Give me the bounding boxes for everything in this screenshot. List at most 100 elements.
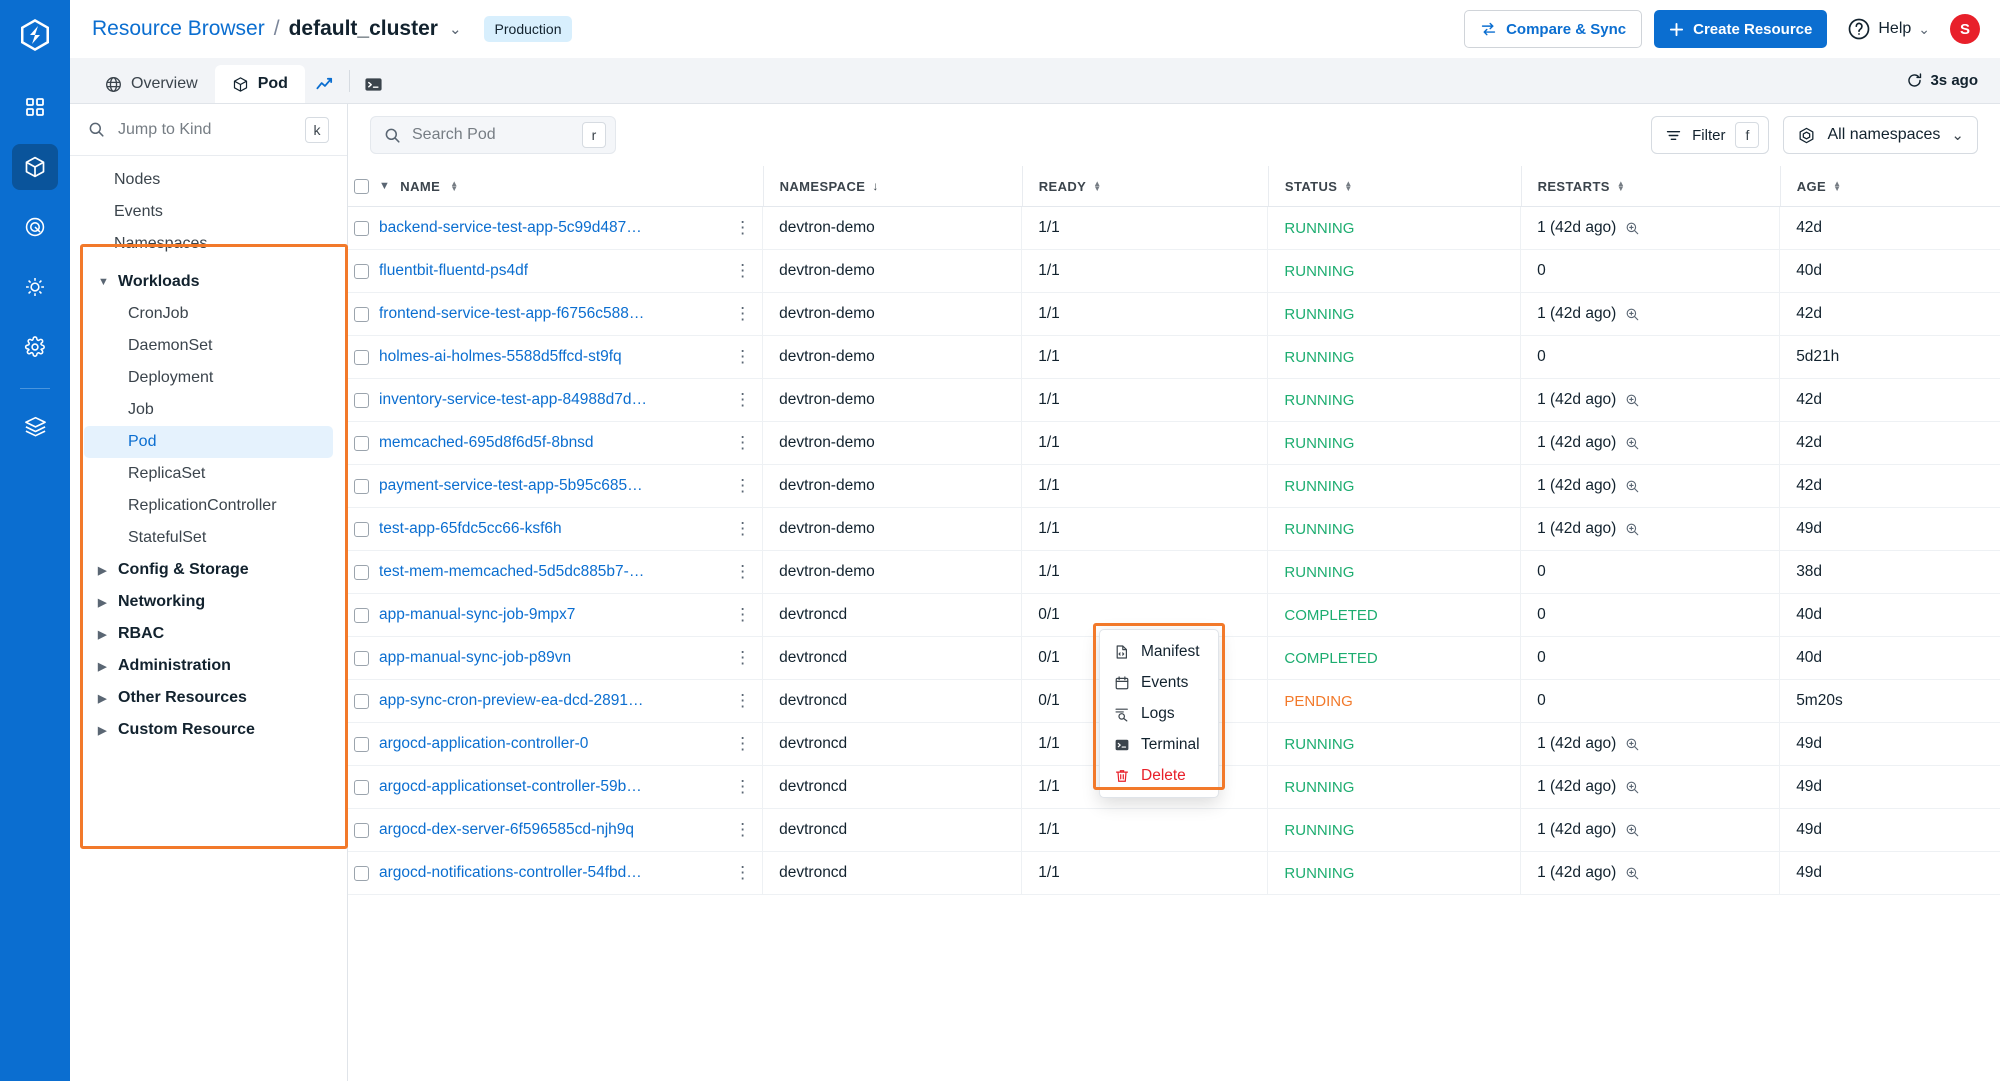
pod-name-link[interactable]: app-sync-cron-preview-ea-dcd-28917180-c.… — [379, 692, 647, 710]
pod-name-link[interactable]: payment-service-test-app-5b95c6859b-4wx.… — [379, 477, 647, 495]
row-kebab-menu-icon[interactable]: ⋮ — [734, 692, 751, 709]
row-kebab-menu-icon[interactable]: ⋮ — [734, 348, 751, 365]
table-row[interactable]: memcached-695d8f6d5f-8bnsd ⋮ devtron-demo 1… — [348, 421, 2000, 465]
column-header-age[interactable]: AGE ▲ ▼ — [1779, 166, 2000, 207]
pod-name-link[interactable]: argocd-dex-server-6f596585cd-njh9q — [379, 821, 634, 839]
table-row[interactable]: backend-service-test-app-5c99d4874-wmm..… — [348, 206, 2000, 250]
pod-name-link[interactable]: inventory-service-test-app-84988d7d7d-hh… — [379, 391, 647, 409]
pod-name-link[interactable]: test-app-65fdc5cc66-ksf6h — [379, 520, 562, 538]
row-kebab-menu-icon[interactable]: ⋮ — [734, 649, 751, 666]
pod-name-link[interactable]: app-manual-sync-job-9mpx7 — [379, 606, 575, 624]
restart-detail-zoom-icon[interactable] — [1625, 823, 1640, 838]
sidebar-item-deployment[interactable]: Deployment — [84, 362, 333, 394]
table-row[interactable]: payment-service-test-app-5b95c6859b-4wx.… — [348, 464, 2000, 508]
row-checkbox[interactable] — [354, 220, 369, 236]
pod-name-link[interactable]: memcached-695d8f6d5f-8bnsd — [379, 434, 594, 452]
breadcrumb-resource-browser[interactable]: Resource Browser — [92, 17, 265, 41]
row-checkbox[interactable] — [354, 478, 369, 494]
chart-store-icon[interactable] — [12, 204, 58, 250]
row-checkbox[interactable] — [354, 564, 369, 580]
row-kebab-menu-icon[interactable]: ⋮ — [734, 219, 751, 236]
row-context-menu[interactable]: Manifest Events Logs Terminal Delete — [1099, 629, 1219, 798]
sidebar-item-nodes[interactable]: Nodes — [84, 164, 333, 196]
row-kebab-menu-icon[interactable]: ⋮ — [734, 391, 751, 408]
row-kebab-menu-icon[interactable]: ⋮ — [734, 778, 751, 795]
row-checkbox[interactable] — [354, 779, 369, 795]
table-row[interactable]: inventory-service-test-app-84988d7d7d-hh… — [348, 378, 2000, 422]
resource-browser-cube-icon[interactable] — [12, 144, 58, 190]
tab-terminal-icon[interactable] — [354, 65, 394, 103]
search-pod-input[interactable]: Search Pod r — [370, 116, 616, 154]
restart-detail-zoom-icon[interactable] — [1625, 479, 1640, 494]
restart-detail-zoom-icon[interactable] — [1625, 780, 1640, 795]
row-checkbox[interactable] — [354, 736, 369, 752]
sidebar-item-replicationcontroller[interactable]: ReplicationController — [84, 490, 333, 522]
row-checkbox[interactable] — [354, 650, 369, 666]
row-kebab-menu-icon[interactable]: ⋮ — [734, 821, 751, 838]
sidebar-group-other-resources[interactable]: ▶ Other Resources — [84, 682, 333, 714]
settings-gear-icon[interactable] — [12, 324, 58, 370]
restart-detail-zoom-icon[interactable] — [1625, 866, 1640, 881]
devtron-logo[interactable] — [0, 0, 70, 70]
row-checkbox[interactable] — [354, 349, 369, 365]
pod-name-link[interactable]: holmes-ai-holmes-5588d5ffcd-st9fq — [379, 348, 622, 366]
row-kebab-menu-icon[interactable]: ⋮ — [734, 864, 751, 881]
row-checkbox[interactable] — [354, 306, 369, 322]
context-menu-item-delete[interactable]: Delete — [1100, 760, 1218, 791]
context-menu-item-manifest[interactable]: Manifest — [1100, 636, 1218, 667]
sidebar-group-custom-resource[interactable]: ▶ Custom Resource — [84, 714, 333, 746]
column-header-restarts[interactable]: RESTARTS ▲ ▼ — [1520, 166, 1780, 207]
table-row[interactable]: argocd-dex-server-6f596585cd-njh9q ⋮ devtr… — [348, 808, 2000, 852]
pod-name-link[interactable]: fluentbit-fluentd-ps4df — [379, 262, 528, 280]
sidebar-group-workloads[interactable]: ▼ Workloads — [84, 266, 333, 298]
cluster-chevron-down-icon[interactable]: ⌄ — [449, 20, 462, 38]
namespace-selector[interactable]: All namespaces ⌄ — [1783, 116, 1978, 154]
sidebar-item-daemonset[interactable]: DaemonSet — [84, 330, 333, 362]
row-checkbox[interactable] — [354, 392, 369, 408]
row-checkbox[interactable] — [354, 693, 369, 709]
pod-name-link[interactable]: test-mem-memcached-5d5dc885b7-bj459 — [379, 563, 647, 581]
context-menu-item-logs[interactable]: Logs — [1100, 698, 1218, 729]
context-menu-item-events[interactable]: Events — [1100, 667, 1218, 698]
row-kebab-menu-icon[interactable]: ⋮ — [734, 520, 751, 537]
table-row[interactable]: test-app-65fdc5cc66-ksf6h ⋮ devtron-demo 1/… — [348, 507, 2000, 551]
pod-name-link[interactable]: frontend-service-test-app-f6756c588-ggns… — [379, 305, 647, 323]
pod-name-link[interactable]: argocd-applicationset-controller-59b75f9… — [379, 778, 647, 796]
sidebar-item-namespaces[interactable]: Namespaces — [84, 228, 333, 260]
pod-name-link[interactable]: app-manual-sync-job-p89vn — [379, 649, 571, 667]
refresh-status[interactable]: 3s ago — [1906, 72, 1978, 89]
table-row[interactable]: holmes-ai-holmes-5588d5ffcd-st9fq ⋮ devtro… — [348, 335, 2000, 379]
tab-monitoring-chart-icon[interactable] — [305, 65, 345, 103]
sidebar-item-pod[interactable]: Pod — [84, 426, 333, 458]
tab-pod[interactable]: Pod — [214, 65, 305, 103]
sidebar-group-rbac[interactable]: ▶ RBAC — [84, 618, 333, 650]
row-kebab-menu-icon[interactable]: ⋮ — [734, 606, 751, 623]
pod-name-link[interactable]: argocd-application-controller-0 — [379, 735, 588, 753]
table-row[interactable]: fluentbit-fluentd-ps4df ⋮ devtron-demo 1/1 R… — [348, 249, 2000, 293]
restart-detail-zoom-icon[interactable] — [1625, 522, 1640, 537]
row-checkbox[interactable] — [354, 521, 369, 537]
row-kebab-menu-icon[interactable]: ⋮ — [734, 477, 751, 494]
row-checkbox[interactable] — [354, 435, 369, 451]
row-checkbox[interactable] — [354, 263, 369, 279]
column-header-ready[interactable]: READY ▲ ▼ — [1021, 166, 1268, 207]
table-row[interactable]: argocd-notifications-controller-54fbdcd8… — [348, 851, 2000, 895]
select-all-chevron-down-icon[interactable]: ▼ — [379, 180, 390, 192]
restart-detail-zoom-icon[interactable] — [1625, 221, 1640, 236]
restart-detail-zoom-icon[interactable] — [1625, 737, 1640, 752]
restart-detail-zoom-icon[interactable] — [1625, 436, 1640, 451]
pod-name-link[interactable]: backend-service-test-app-5c99d4874-wmm..… — [379, 219, 647, 237]
table-row[interactable]: test-mem-memcached-5d5dc885b7-bj459 ⋮ devt… — [348, 550, 2000, 594]
row-kebab-menu-icon[interactable]: ⋮ — [734, 434, 751, 451]
column-header-namespace[interactable]: NAMESPACE ↓ — [762, 166, 1022, 207]
row-kebab-menu-icon[interactable]: ⋮ — [734, 563, 751, 580]
row-kebab-menu-icon[interactable]: ⋮ — [734, 305, 751, 322]
sidebar-item-statefulset[interactable]: StatefulSet — [84, 522, 333, 554]
restart-detail-zoom-icon[interactable] — [1625, 307, 1640, 322]
sidebar-item-events[interactable]: Events — [84, 196, 333, 228]
create-resource-button[interactable]: Create Resource — [1654, 10, 1828, 48]
sidebar-group-networking[interactable]: ▶ Networking — [84, 586, 333, 618]
tab-overview[interactable]: Overview — [88, 65, 215, 103]
filter-button[interactable]: Filter f — [1651, 116, 1770, 154]
stack-manager-icon[interactable] — [12, 403, 58, 449]
